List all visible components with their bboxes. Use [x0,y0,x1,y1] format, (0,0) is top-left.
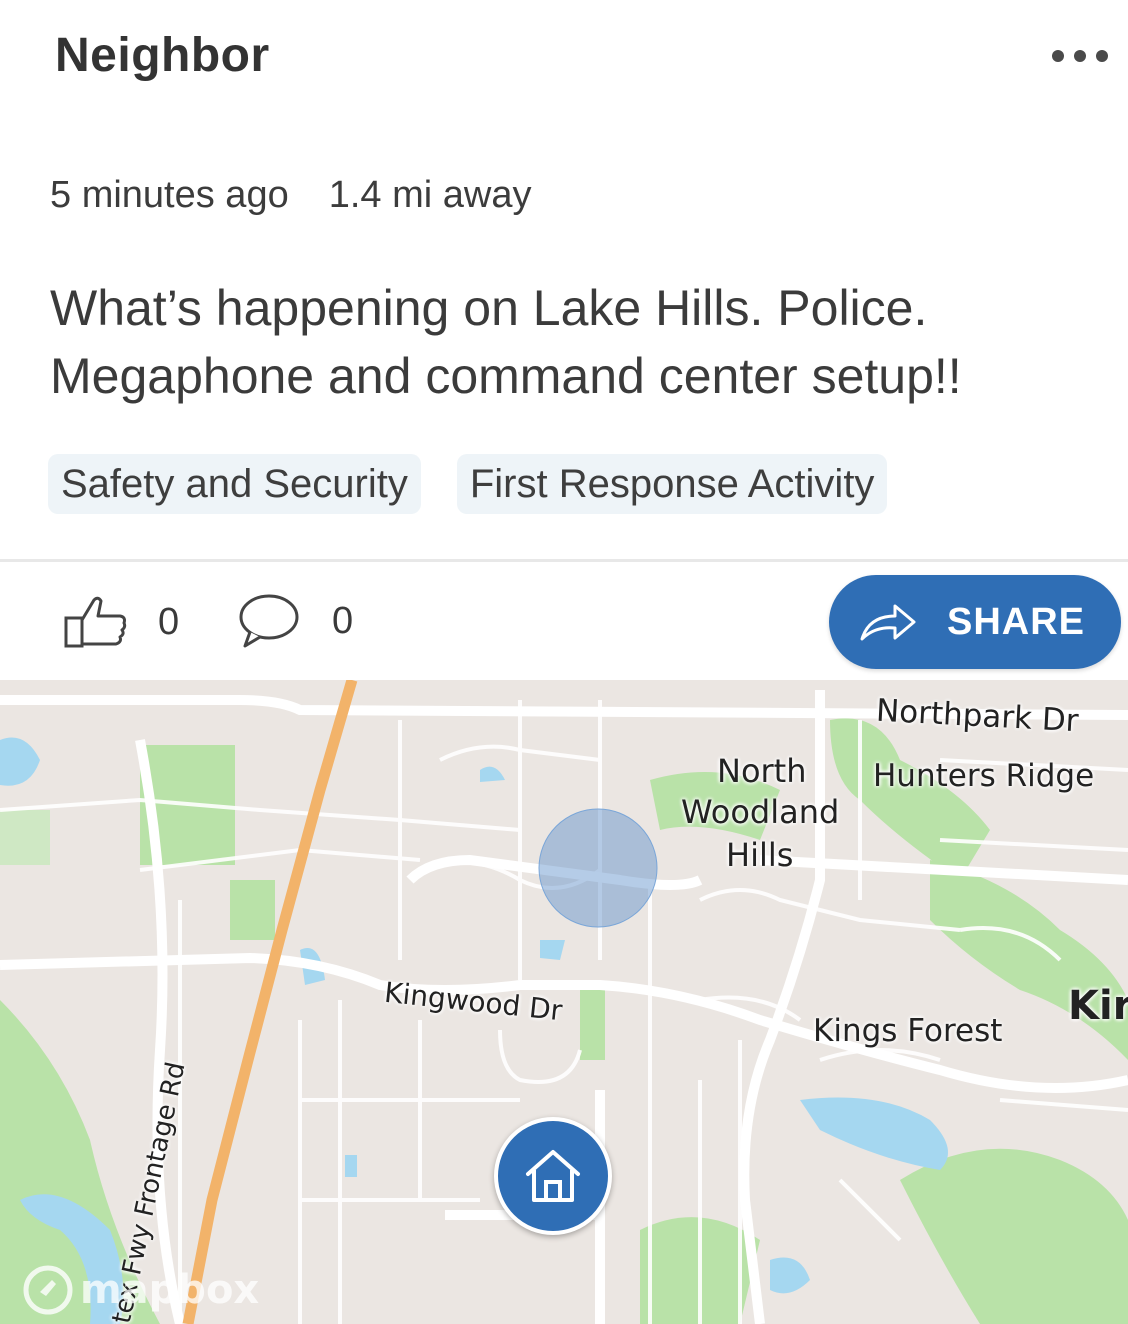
more-options-icon[interactable] [1052,36,1108,76]
action-bar: 0 0 SHARE [0,562,1128,680]
mapbox-wordmark: mapbox [80,1267,260,1313]
map-label-hills: Hills [726,836,794,874]
like-button[interactable]: 0 [64,596,179,648]
post-body: What’s happening on Lake Hills. Police. … [50,280,962,404]
map-label-kings-forest: Kings Forest [813,1013,1003,1049]
thumbs-up-icon [64,596,127,648]
post-meta: 5 minutes ago 1.4 mi away [50,174,531,217]
share-arrow-icon [860,604,916,641]
like-count: 0 [158,600,180,643]
header: Neighbor [0,0,1128,120]
tag-first-response[interactable]: First Response Activity [456,454,888,514]
share-button[interactable]: SHARE [829,575,1121,669]
map-label-north: North [717,752,807,790]
comment-icon [239,594,299,648]
dot [1052,50,1064,62]
home-icon [526,1150,580,1202]
tag-list: Safety and Security First Response Activ… [48,454,888,514]
home-marker[interactable] [494,1117,612,1235]
mapbox-icon [23,1265,73,1315]
comment-button[interactable]: 0 [236,592,353,650]
post-time: 5 minutes ago [50,174,289,216]
map-label-hunters-ridge: Hunters Ridge [873,758,1095,794]
share-label: SHARE [947,600,1086,643]
post-distance: 1.4 mi away [328,174,532,216]
mapbox-logo: mapbox [22,1264,259,1316]
map-label-woodland: Woodland [681,793,840,831]
tag-safety[interactable]: Safety and Security [48,454,421,514]
map-label-kin: Kir [1068,983,1128,1029]
dot [1074,50,1086,62]
comment-count: 0 [332,599,354,642]
app-title: Neighbor [55,29,270,82]
dot [1096,50,1108,62]
